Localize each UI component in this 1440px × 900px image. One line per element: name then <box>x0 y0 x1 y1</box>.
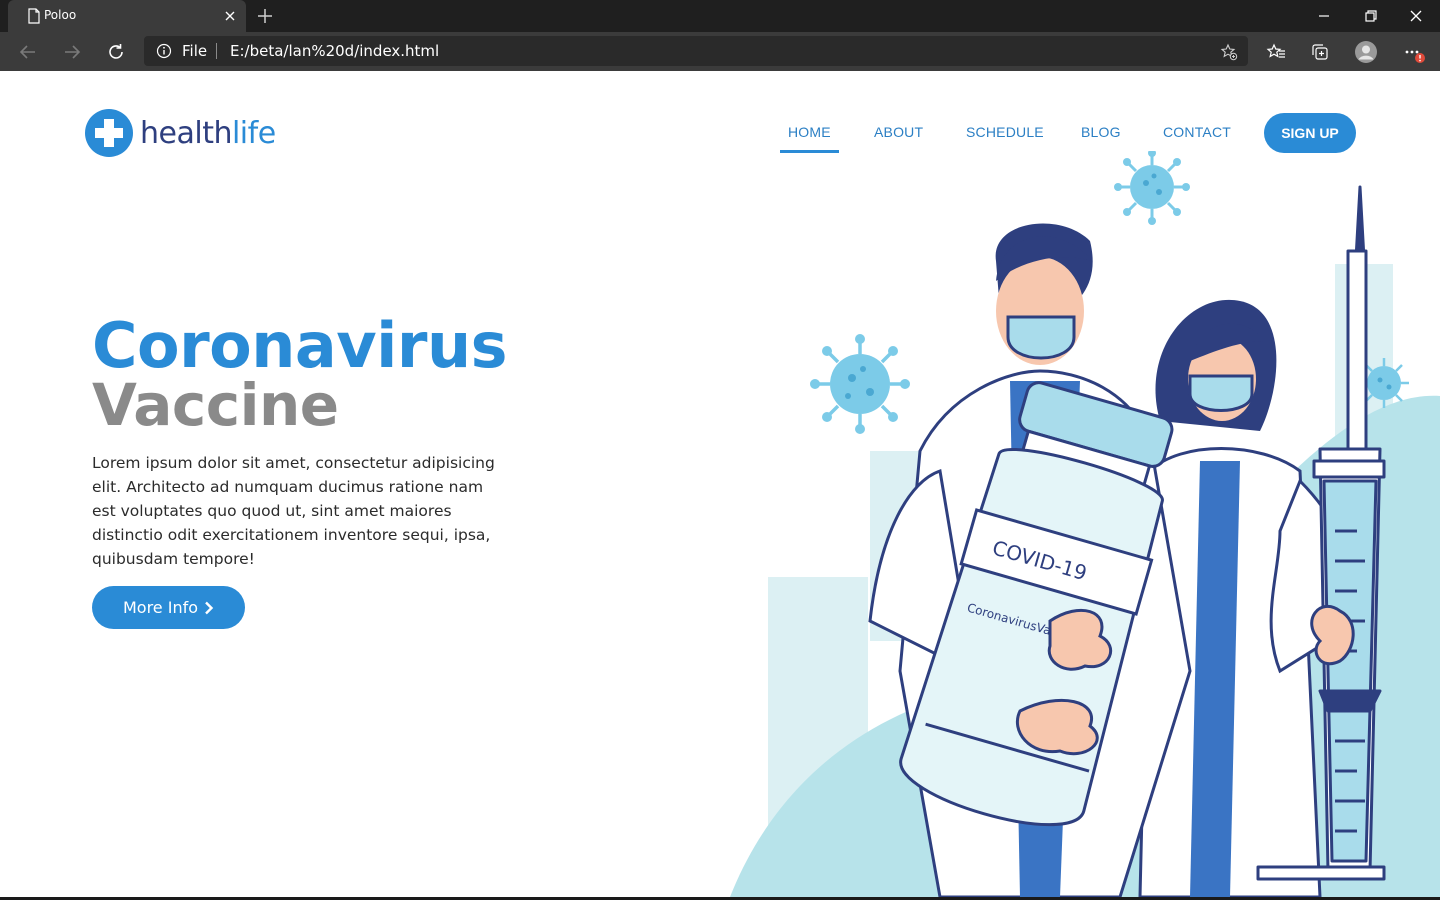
profile-icon[interactable] <box>1354 40 1378 64</box>
hand <box>1015 698 1099 756</box>
hero-description: Lorem ipsum dolor sit amet, consectetur … <box>92 454 495 568</box>
hand <box>1047 608 1113 671</box>
more-icon[interactable] <box>1402 42 1428 66</box>
address-url[interactable]: E:/beta/lan%20d/index.html <box>230 42 439 60</box>
address-bar[interactable]: File E:/beta/lan%20d/index.html <box>144 36 1248 66</box>
favorites-icon[interactable] <box>1266 42 1286 62</box>
address-scheme: File <box>182 42 208 60</box>
close-icon[interactable] <box>222 8 238 24</box>
nav-contact[interactable]: CONTACT <box>1163 124 1231 140</box>
close-window-icon[interactable] <box>1408 8 1424 24</box>
more-info-button[interactable]: More Info <box>92 586 245 629</box>
collections-icon[interactable] <box>1310 42 1330 62</box>
nav-about[interactable]: ABOUT <box>874 124 923 140</box>
address-separator <box>216 43 217 59</box>
back-icon[interactable] <box>18 42 38 62</box>
virus-icon <box>1114 151 1190 225</box>
page: healthlife HOME ABOUT SCHEDULE BLOG CONT… <box>0 71 1440 897</box>
page-icon <box>28 8 40 24</box>
tab-title: Poloo <box>44 8 77 22</box>
virus-icon <box>810 334 910 434</box>
plus-icon[interactable] <box>256 7 274 25</box>
hand <box>1310 604 1355 665</box>
main-nav: HOME ABOUT SCHEDULE BLOG CONTACT <box>0 124 1440 154</box>
signup-button[interactable]: SIGN UP <box>1264 113 1356 153</box>
nav-blog[interactable]: BLOG <box>1081 124 1121 140</box>
minimize-icon[interactable] <box>1316 8 1332 24</box>
nav-schedule[interactable]: SCHEDULE <box>966 124 1044 140</box>
more-info-label: More Info <box>122 598 199 617</box>
vaccine-illustration: COVID-19 CoronavirusVacci <box>730 151 1440 897</box>
nav-home[interactable]: HOME <box>780 124 839 153</box>
browser-toolbar: File E:/beta/lan%20d/index.html <box>0 32 1440 71</box>
info-icon[interactable] <box>156 43 172 59</box>
forward-icon[interactable] <box>62 42 82 62</box>
chevron-right-icon <box>205 601 214 614</box>
refresh-icon[interactable] <box>106 42 126 62</box>
browser-tabbar: Poloo <box>0 0 1440 32</box>
hero-title-line2: Vaccine <box>92 371 339 439</box>
browser-tab[interactable]: Poloo <box>8 0 246 32</box>
add-favorite-icon[interactable] <box>1220 43 1238 61</box>
restore-icon[interactable] <box>1363 8 1379 24</box>
